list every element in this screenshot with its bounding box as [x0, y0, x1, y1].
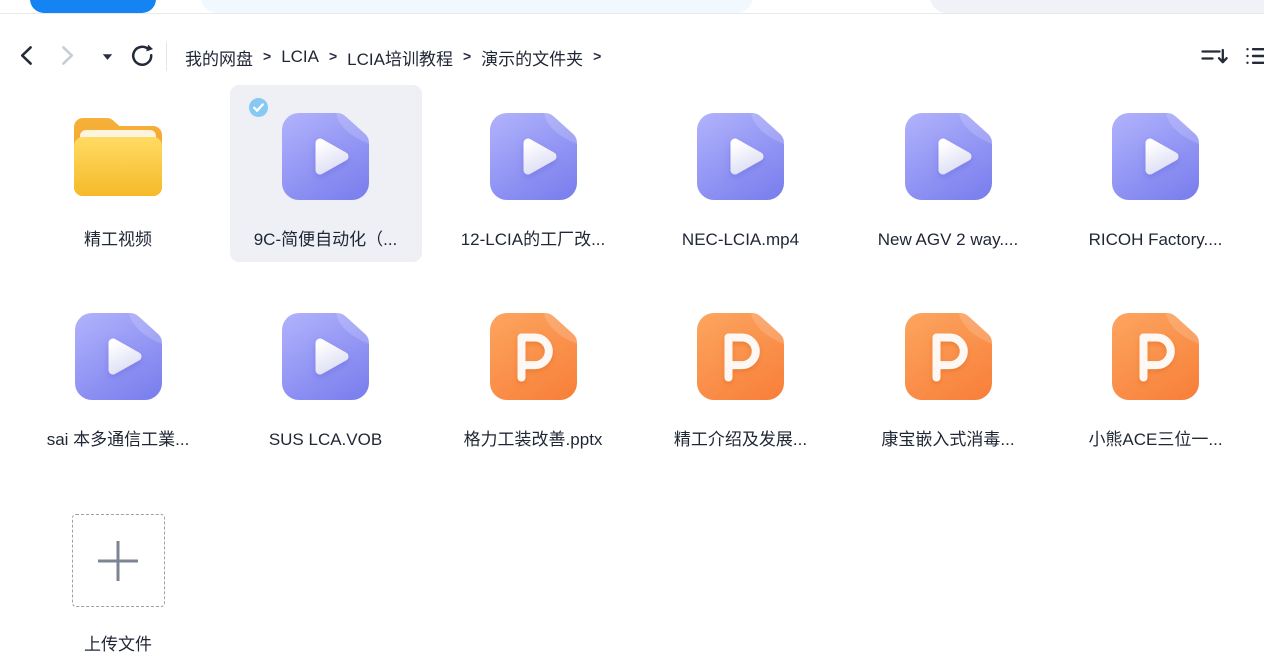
search-bar[interactable]: [201, 0, 753, 13]
file-name: SUS LCA.VOB: [265, 428, 386, 452]
video-file-icon: [282, 313, 369, 400]
file-tile[interactable]: 12-LCIA的工厂改...: [437, 85, 629, 262]
ppt-file-icon: [490, 313, 577, 400]
list-view-icon: [1246, 54, 1264, 69]
breadcrumb-item[interactable]: 演示的文件夹: [481, 45, 583, 70]
topbar-right-panel: [930, 0, 1264, 13]
plus-icon: [96, 539, 140, 583]
refresh-button[interactable]: [128, 44, 153, 69]
file-tile[interactable]: RICOH Factory....: [1060, 85, 1252, 262]
file-name: NEC-LCIA.mp4: [678, 228, 803, 252]
video-file-icon: [905, 113, 992, 200]
file-tile[interactable]: 精工介绍及发展...: [645, 285, 837, 462]
breadcrumb-separator-icon: >: [463, 48, 471, 64]
file-name: 康宝嵌入式消毒...: [877, 428, 1018, 452]
view-mode-button[interactable]: [1246, 46, 1264, 66]
ppt-file-icon: [697, 313, 784, 400]
file-name: New AGV 2 way....: [874, 228, 1022, 252]
history-dropdown-button[interactable]: [102, 53, 113, 61]
file-tile[interactable]: 康宝嵌入式消毒...: [852, 285, 1044, 462]
file-tile[interactable]: New AGV 2 way....: [852, 85, 1044, 262]
file-tile[interactable]: NEC-LCIA.mp4: [645, 85, 837, 262]
sort-icon: [1201, 56, 1228, 71]
topbar: [0, 0, 1264, 14]
selected-checkmark-icon[interactable]: [249, 98, 268, 117]
video-file-icon: [282, 113, 369, 200]
ppt-file-icon: [905, 313, 992, 400]
file-tile[interactable]: 格力工装改善.pptx: [437, 285, 629, 462]
file-name: 9C-简便自动化（...: [250, 228, 402, 252]
file-tile[interactable]: SUS LCA.VOB: [230, 285, 422, 462]
file-grid: 精工视频 9C-简便自动化（... 12-LCIA的工厂改... NEC-LCI…: [22, 85, 1252, 657]
video-file-icon: [490, 113, 577, 200]
breadcrumb-item[interactable]: LCIA培训教程: [347, 45, 453, 70]
toolbar-divider: [166, 42, 167, 71]
chevron-down-icon: [102, 49, 113, 64]
sort-button[interactable]: [1201, 46, 1228, 68]
file-name: sai 本多通信工業...: [43, 428, 194, 452]
breadcrumb: 我的网盘 > LCIA > LCIA培训教程 > 演示的文件夹 >: [185, 44, 611, 70]
breadcrumb-separator-icon: >: [263, 48, 271, 64]
file-name: 12-LCIA的工厂改...: [457, 228, 610, 252]
back-icon: [18, 54, 34, 69]
forward-icon: [60, 54, 76, 69]
breadcrumb-item[interactable]: LCIA: [281, 47, 319, 67]
file-tile[interactable]: 精工视频: [22, 85, 214, 262]
file-tile[interactable]: 9C-简便自动化（...: [230, 85, 422, 262]
primary-action-button[interactable]: [30, 0, 156, 13]
refresh-icon: [128, 57, 153, 72]
breadcrumb-item[interactable]: 我的网盘: [185, 45, 253, 70]
toolbar: 我的网盘 > LCIA > LCIA培训教程 > 演示的文件夹 >: [0, 14, 1264, 72]
folder-icon: [74, 113, 162, 200]
file-tile[interactable]: 小熊ACE三位一...: [1060, 285, 1252, 462]
file-name: 精工视频: [80, 228, 156, 252]
file-name: RICOH Factory....: [1085, 228, 1227, 252]
ppt-file-icon: [1112, 313, 1199, 400]
upload-label: 上传文件: [84, 633, 152, 657]
video-file-icon: [697, 113, 784, 200]
file-name: 精工介绍及发展...: [670, 428, 811, 452]
forward-button[interactable]: [60, 45, 76, 66]
video-file-icon: [75, 313, 162, 400]
file-name: 小熊ACE三位一...: [1084, 428, 1226, 452]
upload-dropzone: [72, 514, 165, 607]
file-name: 格力工装改善.pptx: [460, 428, 607, 452]
upload-tile[interactable]: 上传文件: [22, 485, 214, 657]
back-button[interactable]: [18, 45, 34, 66]
video-file-icon: [1112, 113, 1199, 200]
breadcrumb-separator-icon: >: [593, 48, 601, 64]
breadcrumb-separator-icon: >: [329, 48, 337, 64]
file-tile[interactable]: sai 本多通信工業...: [22, 285, 214, 462]
